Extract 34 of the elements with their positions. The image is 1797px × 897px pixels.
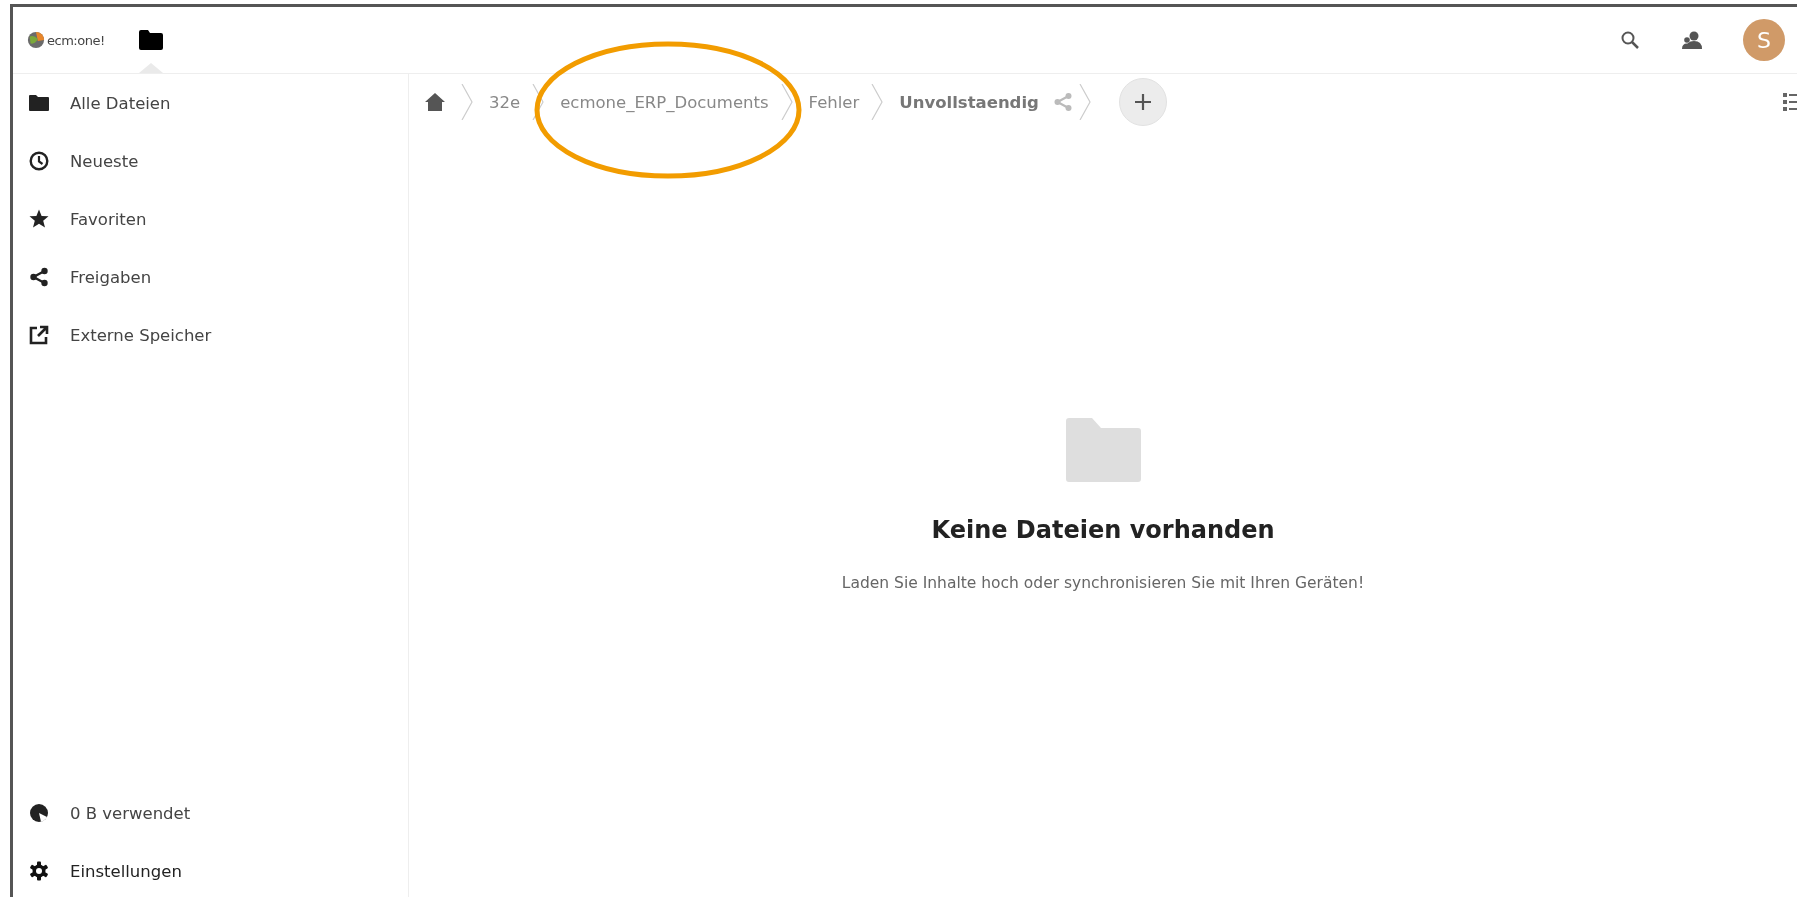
breadcrumb[interactable]: Unvollstaendig: [893, 92, 1045, 112]
app-logo[interactable]: ecm:one!: [27, 31, 105, 49]
sidebar-item[interactable]: Favoriten: [13, 190, 408, 248]
folder-icon: [1065, 418, 1141, 482]
new-button[interactable]: [1118, 78, 1167, 126]
breadcrumb[interactable]: ecmone_ERP_Documents: [554, 92, 775, 112]
search-icon[interactable]: [1619, 30, 1641, 50]
star-icon: [29, 209, 49, 229]
chevron-icon: [780, 84, 793, 120]
pie-chart-icon: [29, 803, 49, 823]
plus-icon: [1132, 92, 1153, 112]
folder-icon: [29, 93, 49, 113]
chevron-icon: [871, 84, 884, 120]
clock-icon: [29, 151, 49, 171]
sidebar-item[interactable]: Externe Speicher: [13, 306, 408, 364]
settings-link[interactable]: Einstellungen: [13, 842, 408, 897]
breadcrumb[interactable]: 32e: [483, 92, 527, 112]
chevron-icon: [532, 84, 545, 120]
sidebar-item[interactable]: Neueste: [13, 132, 408, 190]
quota-text: 0 B verwendet: [70, 803, 191, 823]
files-app-icon[interactable]: [138, 30, 163, 50]
empty-title: Keine Dateien vorhanden: [931, 516, 1275, 544]
list-view-icon[interactable]: [1783, 92, 1797, 112]
sidebar-item[interactable]: Alle Dateien: [13, 74, 408, 132]
empty-message: Laden Sie Inhalte hoch oder synchronisieren Sie mit Ihren Geräten!: [841, 574, 1365, 592]
sidebar-item[interactable]: Freigaben: [13, 248, 408, 306]
external-link-icon: [29, 325, 49, 345]
settings-icon: [29, 861, 49, 881]
contacts-icon[interactable]: [1681, 30, 1703, 50]
share-icon: [29, 267, 49, 287]
breadcrumb[interactable]: Fehler: [802, 92, 866, 112]
chevron-icon: [1078, 84, 1091, 120]
home-icon[interactable]: [425, 93, 445, 111]
chevron-icon: [461, 84, 473, 120]
